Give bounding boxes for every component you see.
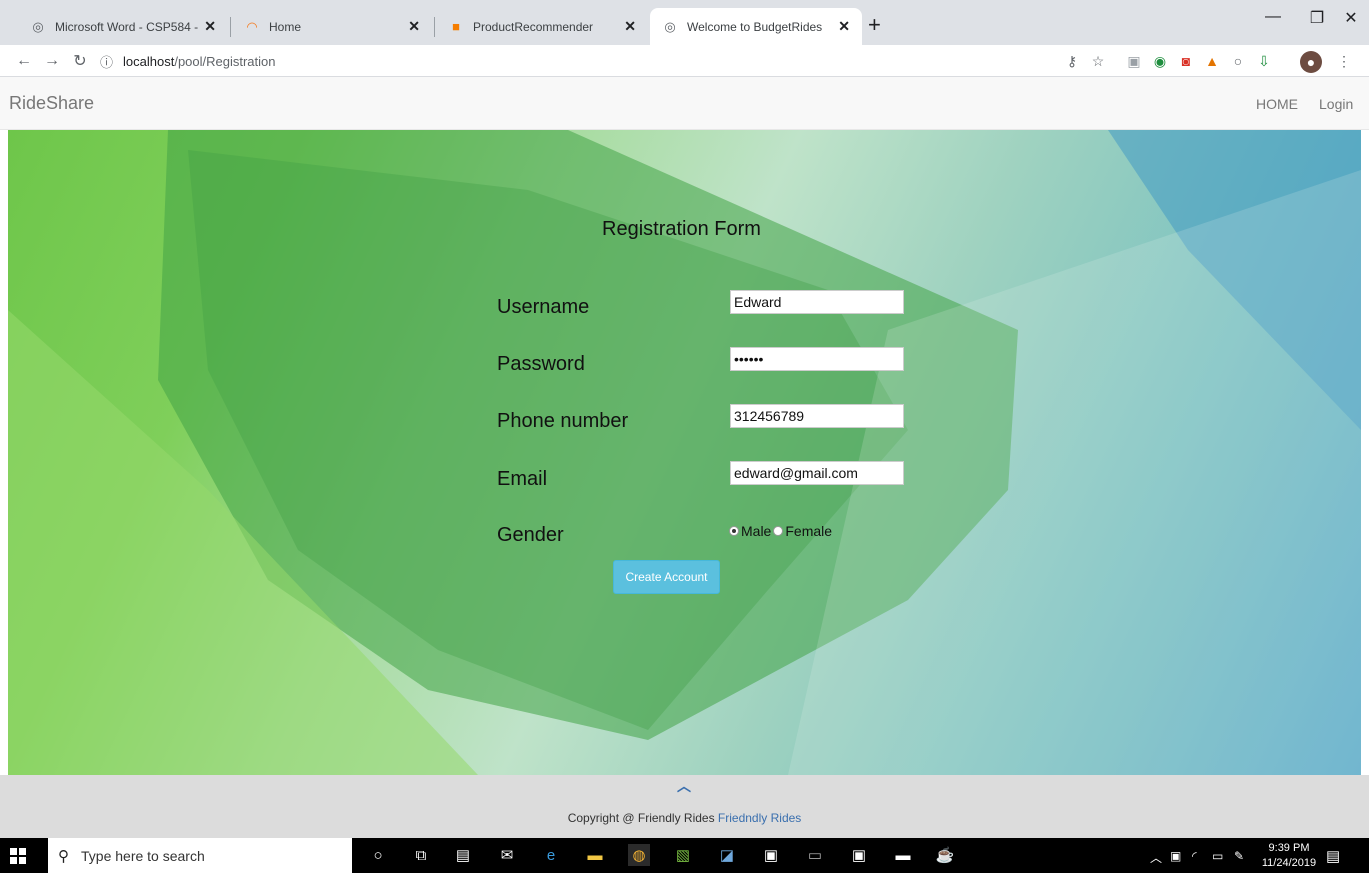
page-footer: ︿ Copyright @ Friendly Rides Friedndly R…	[0, 775, 1369, 838]
gender-male-label: Male	[741, 523, 772, 539]
browser-tab-home[interactable]: ◠ Home ✕	[232, 8, 432, 45]
java-icon[interactable]: ☕	[934, 844, 956, 866]
clock-time: 9:39 PM	[1268, 842, 1310, 854]
store-icon[interactable]: ▤	[452, 844, 474, 866]
url-path: /pool/Registration	[174, 53, 276, 69]
phone-label: Phone number	[497, 410, 629, 432]
taskbar-search[interactable]: ⚲ Type here to search	[48, 838, 352, 873]
browser-toolbar: ← → ↻ ⓘ localhost/pool/Registration ⚷ ☆ …	[0, 45, 1369, 77]
app-window-icon[interactable]: ▣	[760, 844, 782, 866]
vscode-icon[interactable]: ◪	[716, 844, 738, 866]
close-icon[interactable]: ✕	[838, 18, 850, 35]
gender-male-radio[interactable]	[729, 526, 739, 536]
wifi-icon[interactable]: ◜	[1192, 849, 1197, 863]
address-bar[interactable]: ⓘ localhost/pool/Registration	[100, 48, 1060, 74]
tab-separator	[230, 17, 231, 37]
email-label: Email	[497, 468, 548, 490]
menu-dots-icon[interactable]: ⋮	[1334, 51, 1354, 71]
tray-chevron-icon[interactable]: ︿	[1150, 849, 1162, 866]
window-close-button[interactable]: ✕	[1334, 8, 1368, 28]
edge-icon[interactable]: e	[540, 844, 562, 866]
clock-date: 11/24/2019	[1261, 857, 1317, 869]
close-icon[interactable]: ✕	[204, 18, 216, 35]
extension-green-icon[interactable]: ◉	[1150, 51, 1170, 71]
form-title: Registration Form	[602, 218, 761, 240]
windows-taskbar: ⚲ Type here to search ○ ⧉ ▤ ✉ e ▬ ◍ ▧ ◪ …	[0, 838, 1369, 873]
copyright-label: Copyright @ Friendly Rides	[567, 811, 718, 825]
scroll-top-icon[interactable]: ︿	[677, 776, 691, 796]
tray-app-icon[interactable]: ▣	[1170, 849, 1181, 863]
gender-label: Gender	[497, 524, 564, 546]
tab-separator	[434, 17, 435, 37]
globe-icon: ◎	[32, 18, 44, 34]
extension-icon[interactable]: ▣	[1124, 51, 1144, 71]
url-host: localhost	[123, 53, 175, 69]
avatar[interactable]: ●	[1300, 51, 1322, 73]
close-icon[interactable]: ✕	[624, 18, 636, 35]
close-icon[interactable]: ✕	[408, 18, 420, 35]
reload-icon[interactable]: ↻	[68, 51, 92, 71]
key-icon[interactable]: ⚷	[1062, 51, 1082, 71]
tab-title: ProductRecommender	[473, 19, 594, 34]
gender-radio-group: Male Female	[729, 523, 832, 539]
chrome-icon[interactable]: ◍	[628, 844, 650, 866]
app-window-icon[interactable]: ▣	[848, 844, 870, 866]
gender-female-label: Female	[785, 523, 833, 539]
search-placeholder: Type here to search	[81, 847, 205, 864]
terminal-icon[interactable]: ▬	[892, 844, 914, 866]
cortana-icon[interactable]: ○	[367, 844, 389, 866]
tab-title: Welcome to BudgetRides	[687, 19, 823, 34]
site-navbar: RideShare HOME Login	[0, 77, 1369, 130]
notification-icon[interactable]: ▤	[1326, 847, 1340, 865]
footer-link[interactable]: Friedndly Rides	[718, 811, 801, 825]
pdf-icon[interactable]: ▲	[1202, 51, 1222, 71]
gender-female-radio[interactable]	[773, 526, 784, 536]
blogger-icon: ■	[452, 19, 460, 34]
pen-icon[interactable]: ✎	[1234, 849, 1244, 863]
info-icon[interactable]: ⓘ	[100, 52, 113, 71]
username-label: Username	[497, 296, 590, 318]
minimize-button[interactable]: —	[1250, 8, 1296, 26]
password-label: Password	[497, 353, 585, 375]
globe-icon: ◎	[664, 18, 676, 34]
username-input[interactable]	[730, 290, 904, 314]
email-input[interactable]	[730, 461, 904, 485]
password-input[interactable]	[730, 347, 904, 371]
mail-icon[interactable]: ✉	[496, 844, 518, 866]
extension-download-icon[interactable]: ⇩	[1254, 51, 1274, 71]
new-tab-button[interactable]: +	[868, 12, 881, 38]
back-arrow-icon[interactable]: ←	[12, 52, 36, 70]
file-explorer-icon[interactable]: ▬	[584, 844, 606, 866]
nav-login-link[interactable]: Login	[1319, 96, 1353, 112]
taskbar-clock[interactable]: 9:39 PM 11/24/2019	[1259, 841, 1319, 871]
app-icon[interactable]: ▧	[672, 844, 694, 866]
create-account-button[interactable]: Create Account	[613, 560, 720, 594]
battery-icon[interactable]: ▭	[1212, 849, 1223, 863]
tab-title: Microsoft Word - CSP584 - Proje	[55, 19, 199, 34]
browser-tab-word[interactable]: ◎ Microsoft Word - CSP584 - Proje ✕	[18, 8, 228, 45]
browser-tab-strip: ◎ Microsoft Word - CSP584 - Proje ✕ ◠ Ho…	[0, 0, 1369, 45]
phone-input[interactable]	[730, 404, 904, 428]
hero-background: Registration Form Username Password Phon…	[8, 130, 1361, 775]
app-window-icon[interactable]: ▭	[804, 844, 826, 866]
search-icon: ⚲	[58, 847, 69, 865]
task-view-icon[interactable]: ⧉	[410, 844, 432, 866]
extension-circle-icon[interactable]: ○	[1228, 51, 1248, 71]
pocket-icon[interactable]: ◙	[1176, 51, 1196, 71]
tab-title: Home	[269, 19, 302, 34]
windows-start-icon[interactable]	[10, 848, 26, 864]
nav-home-link[interactable]: HOME	[1256, 96, 1298, 112]
brand-logo[interactable]: RideShare	[9, 93, 94, 114]
copyright-text: Copyright @ Friendly Rides Friedndly Rid…	[0, 811, 1369, 825]
star-icon[interactable]: ☆	[1088, 51, 1108, 71]
loading-spinner-icon: ◠	[246, 18, 258, 34]
forward-arrow-icon[interactable]: →	[40, 52, 64, 70]
browser-tab-productrecommender[interactable]: ■ ProductRecommender ✕	[436, 8, 648, 45]
browser-tab-budgetrides[interactable]: ◎ Welcome to BudgetRides ✕	[650, 8, 862, 45]
